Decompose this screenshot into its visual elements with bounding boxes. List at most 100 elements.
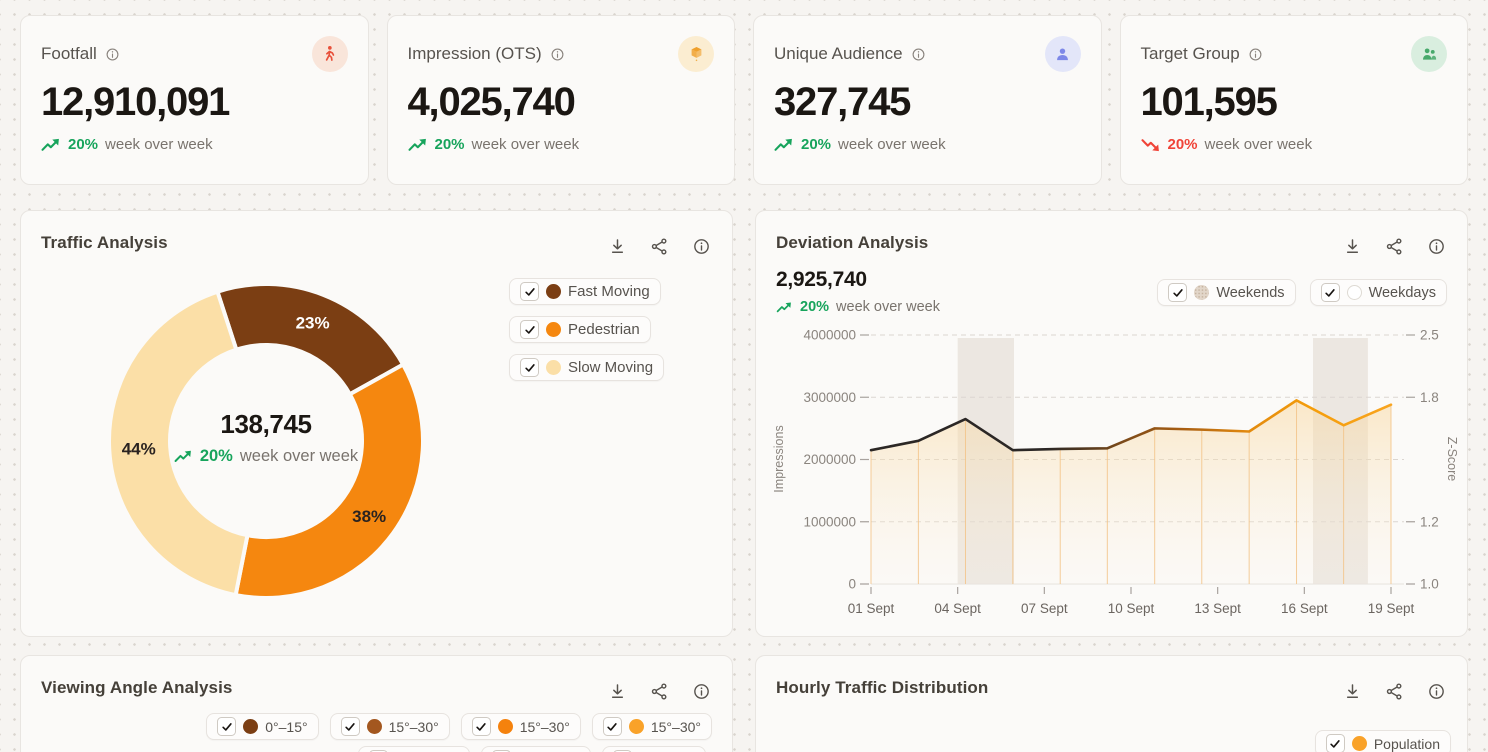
trend-percent: 20%: [801, 136, 831, 153]
kpi-trend: 20% week over week: [774, 136, 1081, 153]
viewing-legend-row2: [358, 746, 706, 752]
checkbox[interactable]: [520, 320, 539, 339]
people-group-icon: [1411, 36, 1447, 72]
kpi-value: 327,745: [774, 80, 1081, 124]
deviation-analysis-panel: Deviation Analysis 2,925,740 20% week ov…: [755, 210, 1468, 637]
info-icon[interactable]: [690, 680, 712, 702]
info-icon[interactable]: [1425, 680, 1447, 702]
checkbox[interactable]: [520, 358, 539, 377]
kpi-row: Footfall12,910,09120%week over weekImpre…: [20, 15, 1468, 185]
kpi-label: Unique Audience: [774, 44, 903, 64]
kpi-trend: 20%week over week: [408, 136, 715, 153]
x-axis-tick: 01 Sept: [848, 601, 895, 616]
checkbox[interactable]: [603, 717, 622, 736]
x-axis-tick: 04 Sept: [934, 601, 981, 616]
trend-text: week over week: [240, 447, 358, 466]
y-axis-tick: 1000000: [803, 514, 856, 529]
share-icon[interactable]: [648, 680, 670, 702]
deviation-line-chart: 010000002000000300000040000001.01.21.82.…: [756, 211, 1468, 637]
legend-chip[interactable]: Pedestrian: [509, 316, 651, 343]
person-icon: [1045, 36, 1081, 72]
legend-label: Fast Moving: [568, 283, 650, 300]
donut-slice-percent: 38%: [352, 507, 386, 526]
traffic-legend: Fast Moving Pedestrian Slow Moving: [509, 278, 664, 381]
info-icon[interactable]: [104, 46, 121, 63]
legend-chip[interactable]: [358, 746, 470, 752]
checkbox[interactable]: [472, 717, 491, 736]
donut-trend: 20% week over week: [136, 447, 396, 466]
kpi-label: Impression (OTS): [408, 44, 542, 64]
legend-chip[interactable]: Fast Moving: [509, 278, 661, 305]
trend-up-icon: [174, 449, 193, 464]
kpi-card-target-group: Target Group101,59520%week over week: [1120, 15, 1469, 185]
z-score-tick: 1.0: [1420, 577, 1439, 592]
trend-text: week over week: [838, 136, 946, 153]
panel-actions: [606, 680, 712, 702]
panel-actions: [1341, 680, 1447, 702]
legend-label: Population: [1374, 736, 1440, 752]
trend-up-icon: [41, 137, 61, 153]
z-score-tick: 1.8: [1420, 390, 1439, 405]
donut-slice-pedestrian[interactable]: [236, 365, 423, 598]
legend-chip[interactable]: 15°–30°: [330, 713, 450, 740]
legend-label: 0°–15°: [265, 719, 307, 735]
checkbox[interactable]: [217, 717, 236, 736]
trend-text: week over week: [472, 136, 580, 153]
donut-center-value: 138,745: [136, 409, 396, 440]
trend-percent: 20%: [1168, 136, 1198, 153]
legend-label: 15°–30°: [389, 719, 439, 735]
legend-chip[interactable]: Population: [1315, 730, 1451, 752]
analytics-dashboard: Footfall12,910,09120%week over weekImpre…: [0, 15, 1488, 752]
legend-dot: [1352, 736, 1367, 751]
legend-label: 15°–30°: [520, 719, 570, 735]
info-icon[interactable]: [910, 46, 927, 63]
legend-chip[interactable]: 15°–30°: [461, 713, 581, 740]
hourly-legend: Population: [1315, 730, 1451, 752]
kpi-card-footfall: Footfall12,910,09120%week over week: [20, 15, 369, 185]
z-score-tick: 1.2: [1420, 514, 1439, 529]
info-icon[interactable]: [549, 46, 566, 63]
y-axis-title: Impressions: [772, 425, 786, 492]
x-axis-tick: 07 Sept: [1021, 601, 1068, 616]
kpi-trend: 20%week over week: [41, 136, 348, 153]
trend-up-icon: [774, 137, 794, 153]
x-axis-tick: 16 Sept: [1281, 601, 1328, 616]
download-icon[interactable]: [1341, 680, 1363, 702]
checkbox[interactable]: [1326, 734, 1345, 752]
checkbox[interactable]: [520, 282, 539, 301]
legend-chip[interactable]: [481, 746, 591, 752]
legend-chip[interactable]: 15°–30°: [592, 713, 712, 740]
legend-label: 15°–30°: [651, 719, 701, 735]
legend-dot: [498, 719, 513, 734]
legend-dot: [629, 719, 644, 734]
bottom-row: Viewing Angle Analysis 0°–15°15°–30°15°–…: [20, 655, 1468, 752]
info-icon[interactable]: [1247, 46, 1264, 63]
charts-row: Traffic Analysis 23%38%44% 138,745 20% w…: [20, 210, 1468, 637]
trend-percent: 20%: [68, 136, 98, 153]
legend-chip[interactable]: Slow Moving: [509, 354, 664, 381]
impressions-box-icon: [678, 36, 714, 72]
legend-dot: [367, 719, 382, 734]
trend-down-icon: [1141, 137, 1161, 153]
trend-up-icon: [408, 137, 428, 153]
checkbox[interactable]: [341, 717, 360, 736]
legend-dot: [546, 284, 561, 299]
trend-text: week over week: [1205, 136, 1313, 153]
trend-percent: 20%: [200, 447, 233, 466]
walking-person-icon: [312, 36, 348, 72]
x-axis-tick: 10 Sept: [1108, 601, 1155, 616]
y-axis-tick: 3000000: [803, 390, 856, 405]
z-score-tick: 2.5: [1420, 328, 1439, 343]
legend-chip[interactable]: [602, 746, 706, 752]
legend-dot: [546, 360, 561, 375]
donut-slice-fast-moving[interactable]: [217, 284, 403, 394]
share-icon[interactable]: [1383, 680, 1405, 702]
kpi-card-impression-ots-: Impression (OTS)4,025,74020%week over we…: [387, 15, 736, 185]
legend-dot: [243, 719, 258, 734]
donut-slice-percent: 23%: [296, 313, 330, 332]
download-icon[interactable]: [606, 680, 628, 702]
legend-label: Pedestrian: [568, 321, 640, 338]
z-score-axis-title: Z-Score: [1445, 437, 1459, 482]
kpi-value: 101,595: [1141, 80, 1448, 124]
legend-chip[interactable]: 0°–15°: [206, 713, 318, 740]
